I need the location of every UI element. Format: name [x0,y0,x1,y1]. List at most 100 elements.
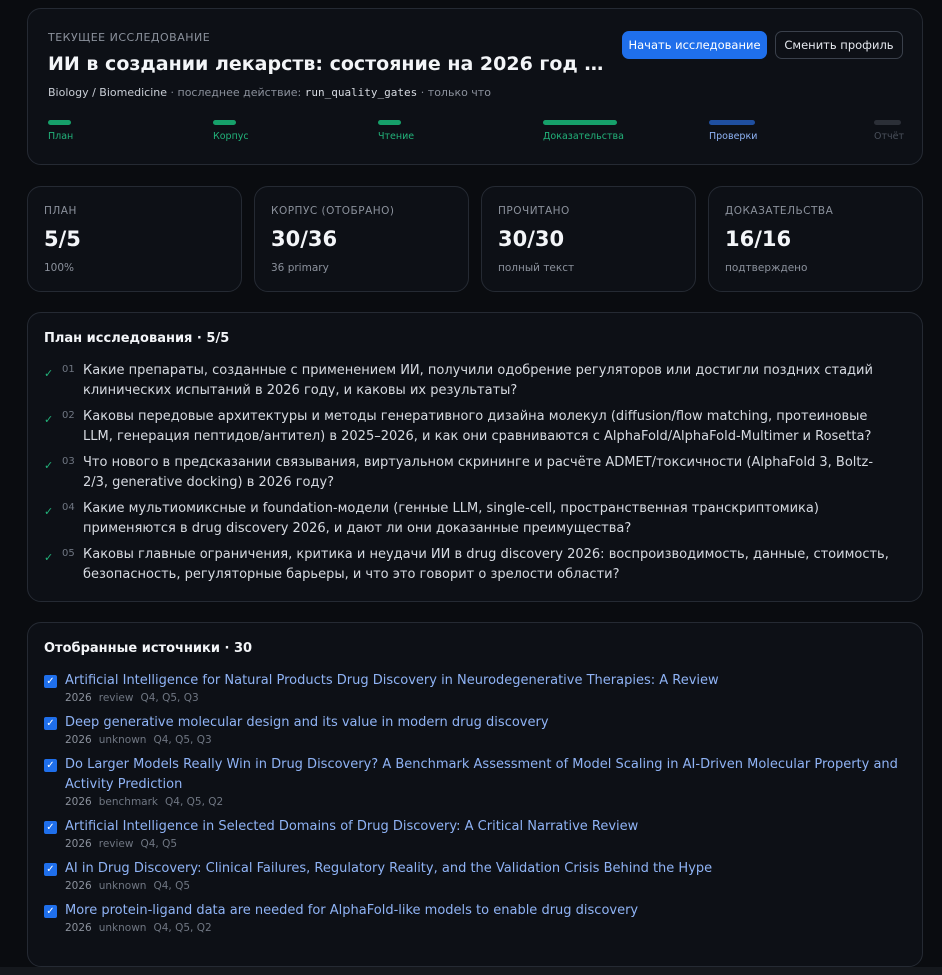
step-label: Отчёт [874,131,905,142]
source-meta: 2026 benchmark Q4, Q5, Q2 [65,796,904,808]
sources-title: Отобранные источники · 30 [44,641,253,656]
step-label: Доказательства [543,131,624,142]
source-item: ✓ Deep generative molecular design and i… [44,713,904,746]
plan-item: ✓ 04 Какие мультиомиксные и foundation-м… [44,499,904,545]
step-label: Чтение [378,131,415,142]
plan-item-text: Какие препараты, созданные с применением… [83,363,873,398]
stat-label: ПЛАН [44,205,77,217]
source-type: review [98,692,134,704]
last-action-prefix: · последнее действие: [170,86,302,99]
source-item: ✓ More protein-ligand data are needed fo… [44,901,904,934]
source-meta: 2026 unknown Q4, Q5 [65,880,904,892]
stat-value: 5/5 [44,227,81,251]
plan-item-number: 03 [62,456,75,467]
source-checkbox[interactable]: ✓ [44,821,57,834]
source-item: ✓ AI in Drug Discovery: Clinical Failure… [44,859,904,892]
source-title-link[interactable]: Artificial Intelligence for Natural Prod… [65,671,904,691]
source-item: ✓ Artificial Intelligence for Natural Pr… [44,671,904,704]
source-checkbox[interactable]: ✓ [44,863,57,876]
pipeline-step-evidence: Доказательства [543,120,624,142]
plan-item-number: 04 [62,502,75,513]
stat-value: 30/30 [498,227,565,251]
source-title-link[interactable]: Deep generative molecular design and its… [65,713,904,733]
source-checkbox[interactable]: ✓ [44,675,57,688]
plan-list: ✓ 01 Какие препараты, созданные с примен… [44,361,904,591]
plan-item-number: 05 [62,548,75,559]
switch-profile-button[interactable]: Сменить профиль [775,31,903,59]
source-title-link[interactable]: More protein-ligand data are needed for … [65,901,904,921]
step-label: План [48,131,74,142]
start-research-button[interactable]: Начать исследование [622,31,767,59]
section-kicker: ТЕКУЩЕЕ ИССЛЕДОВАНИЕ [48,31,211,44]
stat-value: 30/36 [271,227,338,251]
pipeline-step-reading: Чтение [378,120,414,142]
research-plan-card: План исследования · 5/5 ✓ 01 Какие препа… [27,312,923,602]
last-action-name: run_quality_gates [304,86,418,99]
stat-sub: 36 primary [271,262,329,274]
step-progress-bar [709,120,755,125]
sources-list: ✓ Artificial Intelligence for Natural Pr… [44,671,904,943]
research-field: Biology / Biomedicine [48,86,168,99]
source-checkbox[interactable]: ✓ [44,905,57,918]
stat-label: ДОКАЗАТЕЛЬСТВА [725,205,834,217]
source-type: unknown [98,734,147,746]
source-questions: Q4, Q5 [153,880,191,892]
selected-sources-card: Отобранные источники · 30 ✓ Artificial I… [27,622,923,967]
plan-item: ✓ 01 Какие препараты, созданные с примен… [44,361,904,407]
source-checkbox[interactable]: ✓ [44,717,57,730]
step-progress-bar [378,120,401,125]
source-title-link[interactable]: AI in Drug Discovery: Clinical Failures,… [65,859,904,879]
current-research-card: ТЕКУЩЕЕ ИССЛЕДОВАНИЕ ИИ в создании лекар… [27,8,923,165]
source-meta: 2026 review Q4, Q5 [65,838,904,850]
step-progress-bar [543,120,617,125]
source-type: review [98,838,134,850]
source-year: 2026 [65,838,92,850]
stat-label: ПРОЧИТАНО [498,205,570,217]
plan-item-text: Каковы главные ограничения, критика и не… [83,547,889,582]
horizontal-scrollbar[interactable] [0,967,942,975]
plan-title: План исследования · 5/5 [44,331,230,346]
pipeline-steps: План Корпус Чтение Доказательства Провер… [48,120,904,150]
step-label: Корпус [213,131,249,142]
source-questions: Q4, Q5, Q2 [165,796,224,808]
source-meta: 2026 unknown Q4, Q5, Q2 [65,922,904,934]
plan-item-text: Какие мультиомиксные и foundation-модели… [83,501,819,536]
check-icon: ✓ [44,505,54,518]
check-icon: ✓ [44,459,54,472]
source-year: 2026 [65,922,92,934]
stat-card-evidence: ДОКАЗАТЕЛЬСТВА 16/16 подтверждено [708,186,923,292]
plan-item-text: Что нового в предсказании связывания, ви… [83,455,874,490]
stat-sub: 100% [44,262,75,274]
source-type: unknown [98,880,147,892]
source-year: 2026 [65,692,92,704]
stat-card-read: ПРОЧИТАНО 30/30 полный текст [481,186,696,292]
stat-sub: подтверждено [725,262,808,274]
last-action-suffix: · только что [420,86,491,99]
plan-item-number: 02 [62,410,75,421]
step-progress-bar [874,120,901,125]
pipeline-step-checks: Проверки [709,120,757,142]
step-progress-bar [213,120,236,125]
source-meta: 2026 unknown Q4, Q5, Q3 [65,734,904,746]
check-icon: ✓ [44,413,54,426]
plan-item-number: 01 [62,364,75,375]
source-title-link[interactable]: Do Larger Models Really Win in Drug Disc… [65,755,904,795]
research-title: ИИ в создании лекарств: состояние на 202… [48,53,608,75]
source-questions: Q4, Q5, Q3 [140,692,199,704]
stat-card-corpus: КОРПУС (ОТОБРАНО) 30/36 36 primary [254,186,469,292]
pipeline-step-plan: План [48,120,73,142]
stat-label: КОРПУС (ОТОБРАНО) [271,205,395,217]
source-item: ✓ Do Larger Models Really Win in Drug Di… [44,755,904,808]
source-type: benchmark [98,796,159,808]
source-year: 2026 [65,796,92,808]
stat-sub: полный текст [498,262,575,274]
source-checkbox[interactable]: ✓ [44,759,57,772]
source-year: 2026 [65,734,92,746]
source-questions: Q4, Q5 [140,838,178,850]
source-title-link[interactable]: Artificial Intelligence in Selected Doma… [65,817,904,837]
source-questions: Q4, Q5, Q3 [153,734,212,746]
source-year: 2026 [65,880,92,892]
plan-item: ✓ 03 Что нового в предсказании связывани… [44,453,904,499]
plan-item: ✓ 05 Каковы главные ограничения, критика… [44,545,904,591]
check-icon: ✓ [44,367,54,380]
